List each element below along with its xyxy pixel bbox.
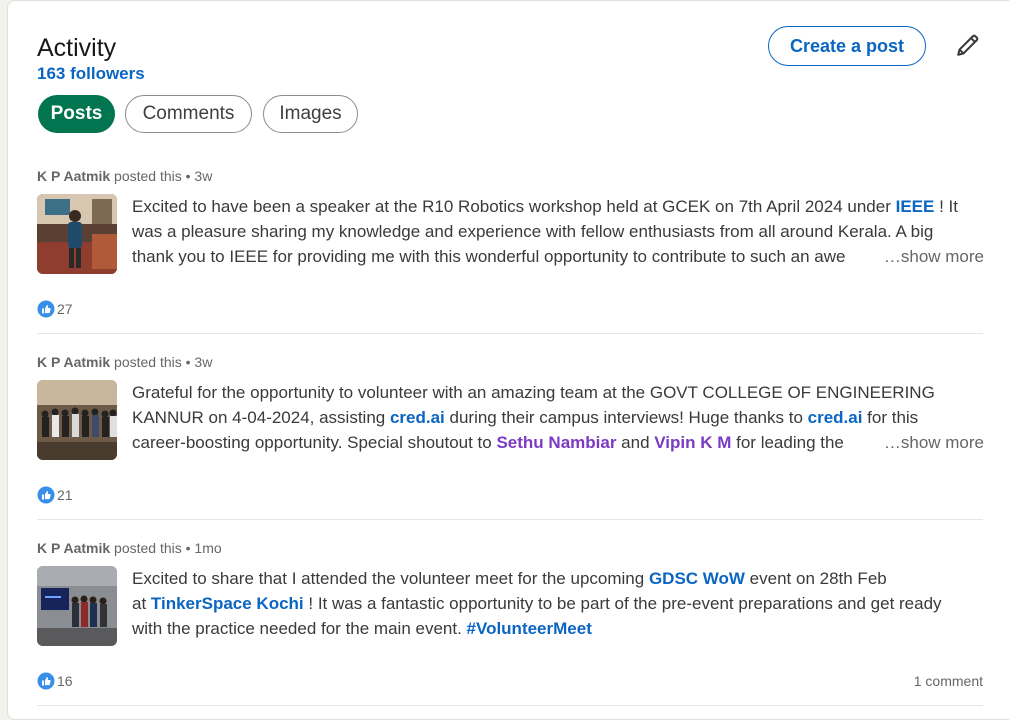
comment-count-link[interactable]: 1 comment [914,673,983,689]
reactions[interactable]: 27 [37,300,73,318]
reaction-count: 16 [57,673,73,689]
text-span: thank you to IEEE for providing me with … [132,247,846,266]
text-span: KANNUR on 4-04-2024, assisting [132,408,390,427]
photo-image [37,380,117,460]
edit-button[interactable] [953,30,983,60]
link-ieee[interactable]: IEEE [896,197,935,216]
link-cred[interactable]: cred.ai [808,408,863,427]
post-time: posted this • 3w [110,354,213,370]
mention-link[interactable]: Sethu Nambiar [496,433,616,452]
like-icon [37,486,55,504]
post-text: Excited to share that I attended the vol… [132,566,984,641]
like-icon [37,672,55,690]
text-span: ! It [934,197,958,216]
post-meta: K P Aatmik posted this • 1mo [37,539,222,557]
create-post-button[interactable]: Create a post [768,26,926,66]
divider [37,705,983,706]
text-span: career-boosting opportunity. Special sho… [132,433,497,452]
show-more-link[interactable]: …show more [875,244,984,269]
divider [37,519,983,520]
text-span: at [132,594,151,613]
link-tinkerspace[interactable]: TinkerSpace Kochi [151,594,304,613]
pencil-icon [957,34,979,56]
text-span: for leading the [731,433,844,452]
tab-posts[interactable]: Posts [38,95,115,133]
photo-image [37,194,117,274]
post-meta: K P Aatmik posted this • 3w [37,353,212,371]
link-gdsc-wow[interactable]: GDSC WoW [649,569,745,588]
text-span: with the practice needed for the main ev… [132,619,467,638]
text-span: was a pleasure sharing my knowledge and … [132,222,934,241]
post-item[interactable]: K P Aatmik posted this • 3w Grateful for… [37,351,984,511]
post-item[interactable]: K P Aatmik posted this • 1mo Excited to … [37,537,983,707]
reactions[interactable]: 16 [37,672,73,690]
show-more-link[interactable]: …show more [875,430,984,455]
tab-images[interactable]: Images [263,95,358,133]
section-title: Activity [37,34,117,62]
post-thumbnail[interactable] [37,566,117,646]
photo-image [37,566,117,646]
mention-link[interactable]: Vipin K M [654,433,731,452]
tab-comments[interactable]: Comments [125,95,252,133]
post-author[interactable]: K P Aatmik [37,354,110,370]
post-author[interactable]: K P Aatmik [37,540,110,556]
post-author[interactable]: K P Aatmik [37,168,110,184]
post-text: Excited to have been a speaker at the R1… [132,194,984,269]
text-span: Excited to share that I attended the vol… [132,569,649,588]
activity-card: Activity 163 followers Create a post Pos… [7,0,1009,720]
text-span: ! It was a fantastic opportunity to be p… [303,594,942,613]
post-meta: K P Aatmik posted this • 3w [37,167,212,185]
text-span: during their campus interviews! Huge tha… [444,408,808,427]
post-item[interactable]: K P Aatmik posted this • 3w Excited to h… [37,165,984,325]
like-icon [37,300,55,318]
text-span: and [616,433,655,452]
hashtag-link[interactable]: #VolunteerMeet [467,619,592,638]
reactions[interactable]: 21 [37,486,73,504]
post-time: posted this • 3w [110,168,213,184]
reaction-count: 27 [57,301,73,317]
post-time: posted this • 1mo [110,540,222,556]
divider [37,333,983,334]
post-text: Grateful for the opportunity to voluntee… [132,380,984,455]
text-span: Grateful for the opportunity to voluntee… [132,383,935,402]
post-thumbnail[interactable] [37,194,117,274]
followers-link[interactable]: 163 followers [37,64,145,84]
post-thumbnail[interactable] [37,380,117,460]
reaction-count: 21 [57,487,73,503]
text-span: for this [862,408,919,427]
link-cred[interactable]: cred.ai [390,408,445,427]
text-span: Excited to have been a speaker at the R1… [132,197,896,216]
text-span: event on 28th Feb [744,569,887,588]
